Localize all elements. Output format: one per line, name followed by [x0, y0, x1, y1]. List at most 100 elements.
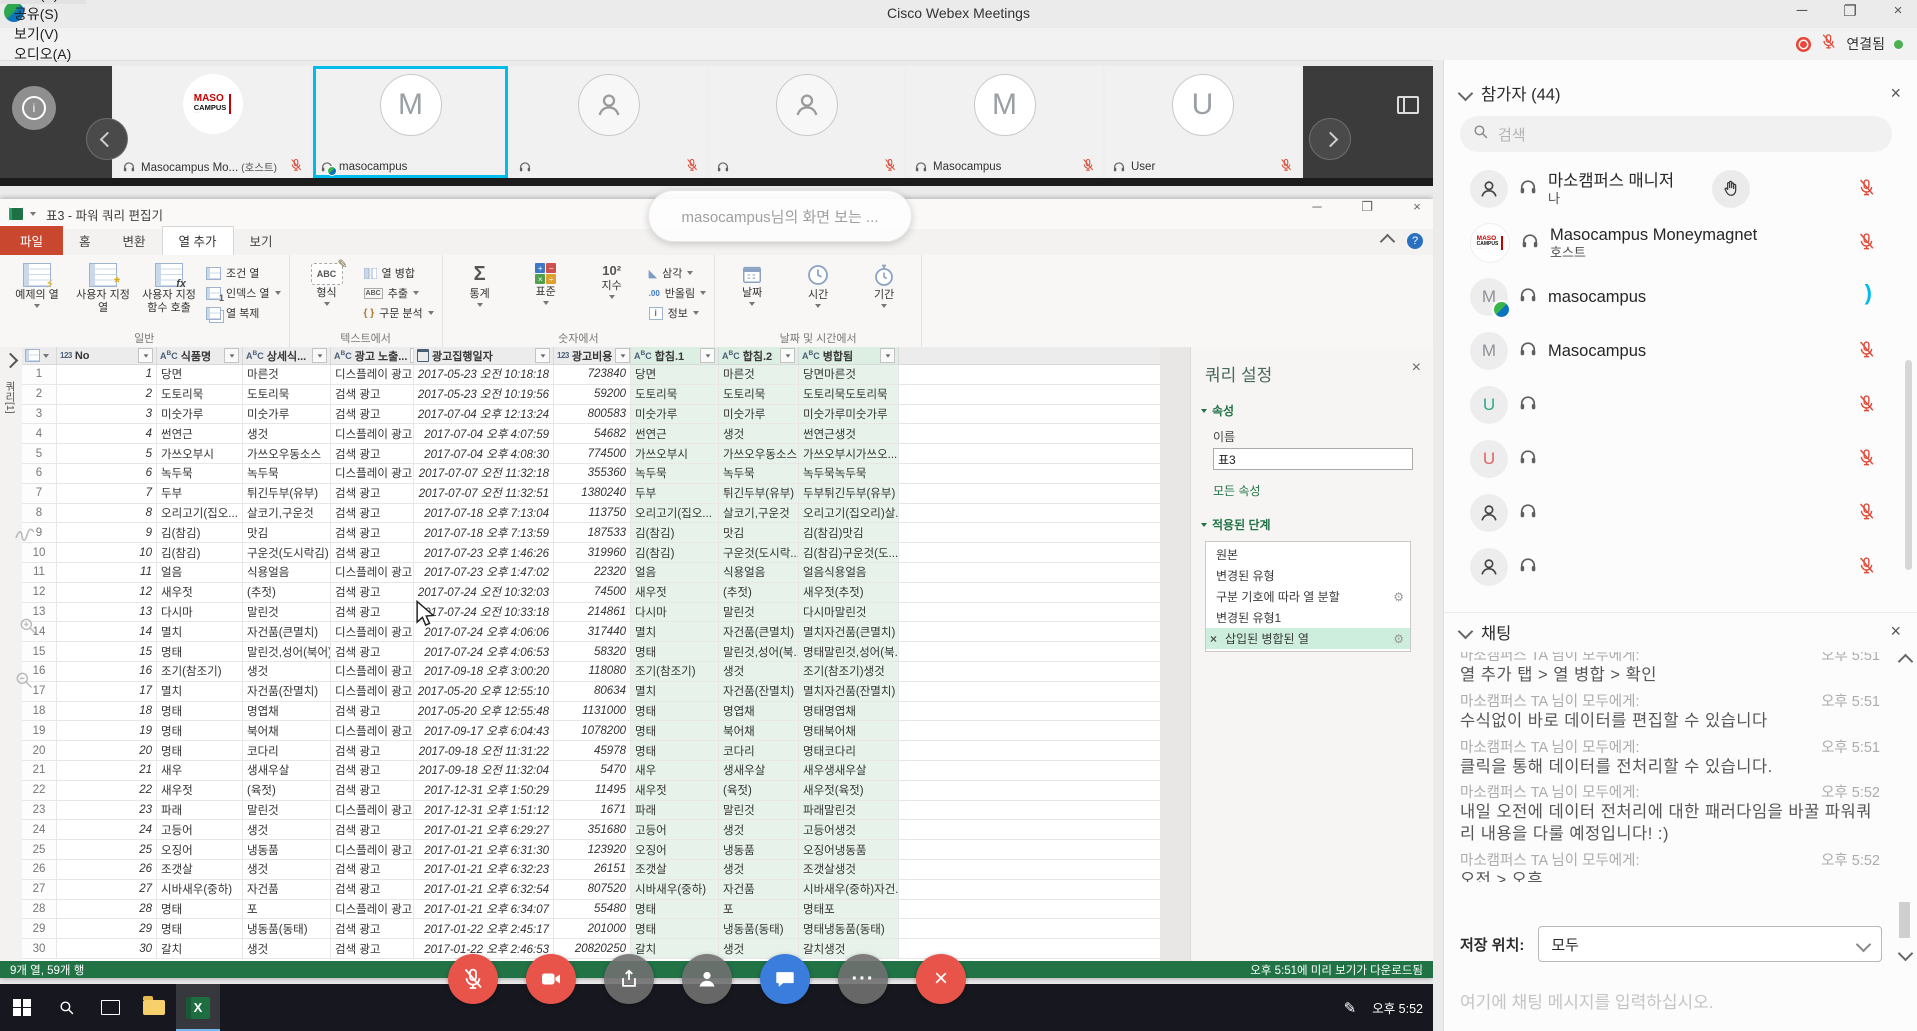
ribbon-button-기간[interactable]: 기간 [855, 259, 913, 333]
cell[interactable]: 오징어 [631, 840, 719, 859]
ribbon-button-열 병합[interactable]: 열 병합 [364, 265, 434, 281]
menu-item-3[interactable]: 보기(V) [0, 24, 86, 44]
cell[interactable]: 고등어 [631, 820, 719, 839]
cell[interactable]: 2017-07-24 오전 10:32:03 [414, 583, 554, 602]
cell[interactable]: 생새우살 [719, 761, 799, 780]
row-number[interactable]: 28 [22, 900, 57, 919]
cell[interactable]: 김(참김) [631, 523, 719, 542]
cell[interactable]: 가쓰오우동소스 [719, 444, 799, 463]
properties-section-header[interactable]: 속성 [1201, 402, 1433, 419]
cell[interactable]: 검색 광고 [331, 603, 414, 622]
cell[interactable]: 검색 광고 [331, 781, 414, 800]
file-explorer-icon[interactable] [132, 984, 176, 1031]
mic-muted-icon[interactable] [1857, 340, 1876, 364]
cell[interactable]: 디스플레이 광고 [331, 662, 414, 681]
close-icon[interactable]: × [1887, 2, 1909, 20]
cell[interactable]: 29 [57, 919, 157, 938]
participant-row-5[interactable]: U [1444, 432, 1902, 486]
cell[interactable]: 800583 [554, 405, 631, 424]
cell[interactable]: 포 [243, 900, 331, 919]
prev-videos-button[interactable] [86, 118, 128, 160]
cell[interactable]: 27 [57, 880, 157, 899]
cell[interactable]: 당면마른것 [799, 365, 899, 384]
cell[interactable]: 자건품(잔멸치) [719, 682, 799, 701]
cell[interactable]: 가쓰오우동소스 [243, 444, 331, 463]
zoom-in-icon[interactable] [18, 616, 38, 641]
ribbon-button-통계[interactable]: Σ통계 [451, 259, 509, 333]
cell[interactable]: 25 [57, 840, 157, 859]
cell[interactable]: 멸치자건품(큰멸치) [799, 622, 899, 641]
cell[interactable]: 명태명엽채 [799, 702, 899, 721]
cell[interactable]: 생것 [243, 662, 331, 681]
send-to-dropdown[interactable]: 모두 [1538, 926, 1882, 962]
cell[interactable]: 2017-07-07 오전 11:32:51 [414, 484, 554, 503]
cell[interactable]: 가쓰오부시가쓰오... [799, 444, 899, 463]
cell[interactable]: (육젓) [243, 781, 331, 800]
cell[interactable]: 검색 광고 [331, 919, 414, 938]
ribbon-button-구문 분석[interactable]: { }구문 분석 [364, 305, 434, 321]
cell[interactable]: 2017-09-18 오전 11:31:22 [414, 741, 554, 760]
cell[interactable]: 도토리묵 [719, 385, 799, 404]
participant-row-0[interactable]: 마소캠퍼스 매니저나 [1444, 162, 1902, 216]
column-header-광고비용[interactable]: 123광고비용 [554, 347, 631, 364]
cell[interactable]: 2017-07-04 오후 4:08:30 [414, 444, 554, 463]
cell[interactable]: (육젓) [719, 781, 799, 800]
cell[interactable]: 도토리묵 [631, 385, 719, 404]
more-options-button[interactable]: ··· [838, 954, 888, 1004]
cell[interactable]: 녹두묵 [631, 464, 719, 483]
cell[interactable]: 11495 [554, 781, 631, 800]
cell[interactable]: 80634 [554, 682, 631, 701]
cell[interactable]: 멸치 [157, 682, 243, 701]
task-view-icon[interactable] [88, 984, 132, 1031]
cell[interactable]: 생것 [719, 860, 799, 879]
cell[interactable]: 2017-01-21 오후 6:29:27 [414, 820, 554, 839]
cell[interactable]: 검색 광고 [331, 543, 414, 562]
cell[interactable]: 2017-07-23 오후 1:46:26 [414, 543, 554, 562]
cell[interactable]: 검색 광고 [331, 860, 414, 879]
minimize-icon[interactable]: ─ [1791, 2, 1813, 20]
cell[interactable]: 시바새우(중하) [631, 880, 719, 899]
ribbon-button-날짜[interactable]: 날짜 [723, 259, 781, 333]
column-header-합침.2[interactable]: ABC합침.2 [719, 347, 799, 364]
collapse-ribbon-icon[interactable] [1380, 233, 1396, 249]
ribbon-button-형식[interactable]: ABC✎형식 [298, 259, 356, 333]
cell[interactable]: 12 [57, 583, 157, 602]
cell[interactable]: 가쓰오부시 [631, 444, 719, 463]
cell[interactable]: 튀긴두부(유부) [243, 484, 331, 503]
column-header-합침.1[interactable]: ABC합침.1 [631, 347, 719, 364]
cell[interactable]: 미숫가루미숫가루 [799, 405, 899, 424]
cell[interactable]: 도토리묵 [243, 385, 331, 404]
cell[interactable]: 조갯살 [157, 860, 243, 879]
cell[interactable]: 썬연근 [631, 424, 719, 443]
chat-message-input[interactable]: 여기에 채팅 메시지를 입력하십시오. [1460, 988, 1890, 1013]
cell[interactable]: 썬연근생것 [799, 424, 899, 443]
filter-icon[interactable] [535, 348, 550, 363]
cell[interactable]: 명태북어채 [799, 721, 899, 740]
cell[interactable]: 냉동품(동태) [243, 919, 331, 938]
row-number[interactable]: 15 [22, 642, 57, 661]
ribbon-button-사용자 지정 열[interactable]: *사용자 지정 열 [74, 259, 132, 333]
pq-maximize-icon[interactable]: ❐ [1357, 199, 1377, 215]
cell[interactable]: 23 [57, 801, 157, 820]
cell[interactable]: 오징어 [157, 840, 243, 859]
cell[interactable]: 다시마 [157, 603, 243, 622]
cell[interactable]: 2017-07-23 오후 1:47:02 [414, 563, 554, 582]
remove-step-icon[interactable]: × [1210, 632, 1220, 646]
mic-muted-icon[interactable] [1857, 502, 1876, 526]
cell[interactable]: 2017-09-18 오전 11:32:04 [414, 761, 554, 780]
cell[interactable]: 조기(참조기) [157, 662, 243, 681]
applied-step-0[interactable]: ×원본 [1206, 544, 1410, 565]
cell[interactable]: 다시마말린것 [799, 603, 899, 622]
cell[interactable]: 도토리묵 [157, 385, 243, 404]
participants-button[interactable] [682, 954, 732, 1004]
cell[interactable]: 자건품 [243, 880, 331, 899]
cell[interactable]: 검색 광고 [331, 583, 414, 602]
column-header-광고집행일자[interactable]: 광고집행일자 [414, 347, 554, 364]
mic-muted-icon[interactable] [1857, 448, 1876, 472]
cell[interactable]: 도토리묵도토리묵 [799, 385, 899, 404]
cell[interactable]: 2017-07-04 오후 4:07:59 [414, 424, 554, 443]
cell[interactable]: 갈치 [157, 939, 243, 958]
cell[interactable]: 명태 [157, 702, 243, 721]
row-number[interactable]: 1 [22, 365, 57, 384]
cell[interactable]: 2017-12-31 오후 1:50:29 [414, 781, 554, 800]
